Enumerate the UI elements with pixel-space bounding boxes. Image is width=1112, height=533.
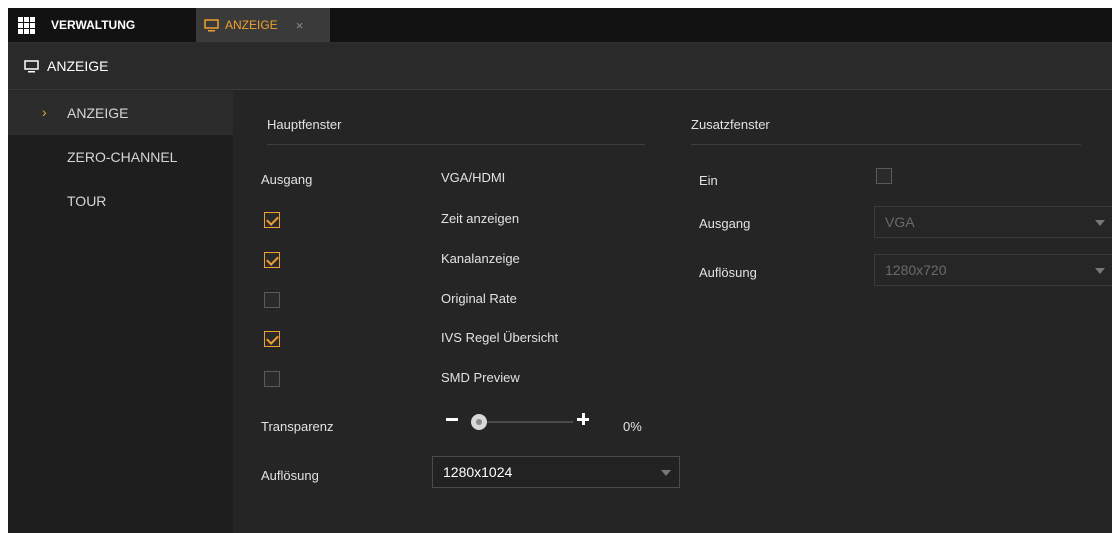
app-window: VERWALTUNG ANZEIGE × ANZEIGE › ANZEIGE Z… <box>8 8 1112 533</box>
chevron-down-icon <box>661 470 671 476</box>
checkbox-kanalanzeige[interactable] <box>264 252 280 268</box>
sidebar-item-label: ZERO-CHANNEL <box>67 149 178 165</box>
ausgang-value: VGA/HDMI <box>441 170 506 185</box>
option-label: Kanalanzeige <box>441 251 520 266</box>
tab-verwaltung[interactable]: VERWALTUNG <box>18 8 135 42</box>
transparenz-slider-track[interactable] <box>483 421 573 423</box>
plus-icon[interactable] <box>577 413 589 425</box>
sidebar: › ANZEIGE ZERO-CHANNEL TOUR <box>8 91 233 533</box>
page-title: ANZEIGE <box>47 58 109 74</box>
sidebar-item-anzeige[interactable]: › ANZEIGE <box>8 91 233 135</box>
transparenz-value: 0% <box>623 419 642 434</box>
ein-label: Ein <box>699 173 718 188</box>
sidebar-item-label: ANZEIGE <box>67 105 129 121</box>
zusatz-aufloesung-select[interactable]: 1280x720 <box>874 254 1112 286</box>
checkbox-ivs-regel[interactable] <box>264 331 280 347</box>
aufloesung-select[interactable]: 1280x1024 <box>432 456 680 488</box>
checkbox-smd-preview[interactable] <box>264 371 280 387</box>
transparenz-slider-thumb[interactable] <box>471 414 487 430</box>
monitor-icon <box>204 18 219 31</box>
zusatz-aufloesung-value: 1280x720 <box>885 262 947 278</box>
sidebar-item-label: TOUR <box>67 193 107 209</box>
aufloesung-select-value: 1280x1024 <box>443 464 513 480</box>
aufloesung-label: Auflösung <box>261 468 319 483</box>
minus-icon[interactable] <box>446 418 458 421</box>
chevron-down-icon <box>1095 220 1105 226</box>
grid-menu-icon <box>18 16 35 34</box>
tab-anzeige-label: ANZEIGE <box>225 18 278 32</box>
checkbox-zeit-anzeigen[interactable] <box>264 212 280 228</box>
transparenz-label: Transparenz <box>261 419 334 434</box>
zusatzfenster-divider <box>691 144 1081 145</box>
close-icon[interactable]: × <box>296 18 304 33</box>
hauptfenster-divider <box>267 144 645 145</box>
option-label: Zeit anzeigen <box>441 211 520 226</box>
option-label: IVS Regel Übersicht <box>441 330 559 345</box>
sidebar-item-zero-channel[interactable]: ZERO-CHANNEL <box>8 135 233 179</box>
monitor-icon <box>24 59 39 72</box>
checkbox-ein[interactable] <box>876 168 892 184</box>
tab-anzeige[interactable]: ANZEIGE × <box>196 8 330 42</box>
main-panel: Hauptfenster Ausgang VGA/HDMI Zeit anzei… <box>233 91 1112 533</box>
option-label: SMD Preview <box>441 370 520 385</box>
tab-bar: VERWALTUNG ANZEIGE × <box>8 8 1112 43</box>
tab-verwaltung-label: VERWALTUNG <box>51 18 136 32</box>
zusatz-ausgang-label: Ausgang <box>699 216 751 231</box>
option-label: Original Rate <box>441 291 517 306</box>
page-title-bar: ANZEIGE <box>8 43 1112 90</box>
ausgang-label: Ausgang <box>261 172 313 187</box>
zusatz-aufloesung-label: Auflösung <box>699 265 757 280</box>
zusatz-ausgang-select[interactable]: VGA <box>874 206 1112 238</box>
checkbox-original-rate[interactable] <box>264 292 280 308</box>
zusatzfenster-heading: Zusatzfenster <box>691 117 770 132</box>
chevron-right-icon: › <box>42 104 47 120</box>
zusatz-ausgang-value: VGA <box>885 214 915 230</box>
sidebar-item-tour[interactable]: TOUR <box>8 179 233 223</box>
hauptfenster-heading: Hauptfenster <box>267 117 342 132</box>
chevron-down-icon <box>1095 268 1105 274</box>
